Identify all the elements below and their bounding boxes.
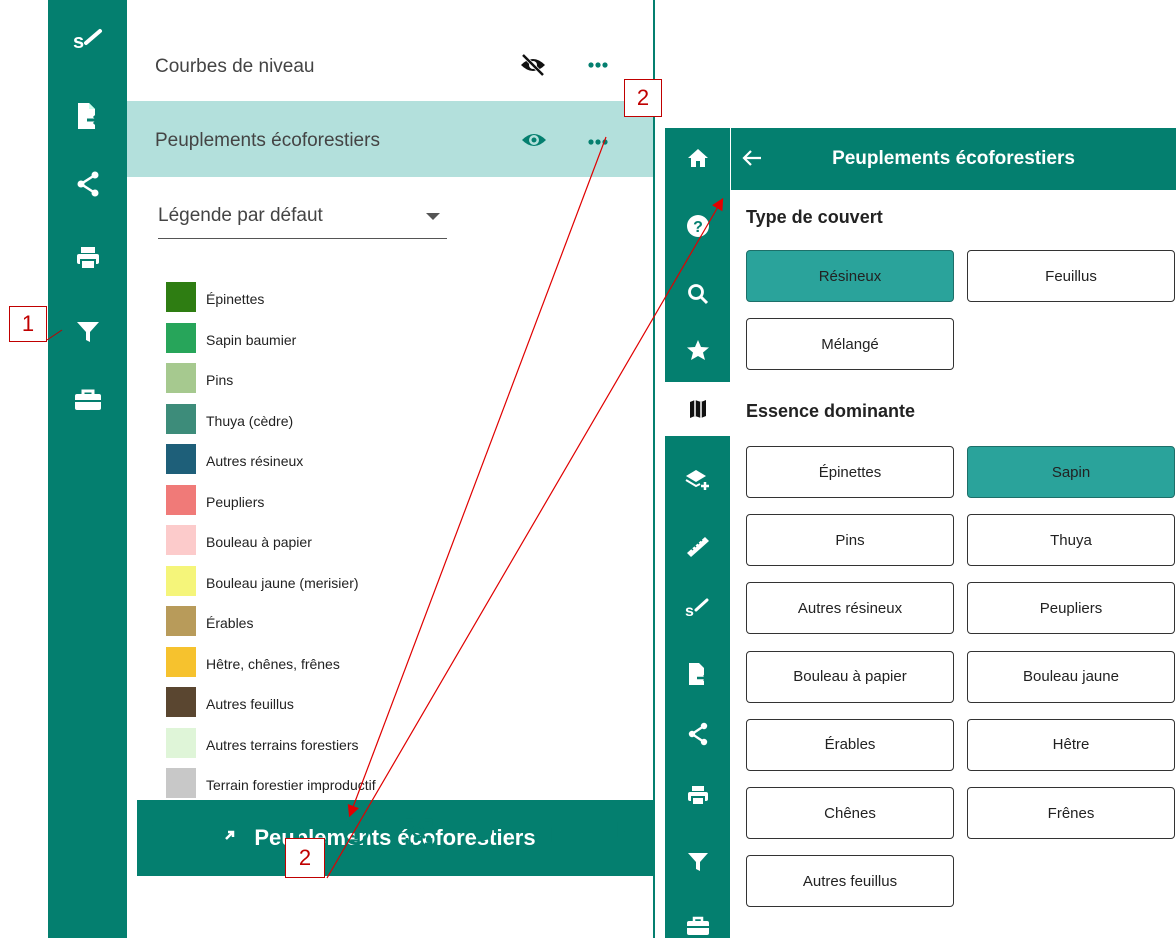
arrow-to-banner [347, 136, 607, 818]
arrow-to-filter-panel [326, 197, 724, 879]
annotation-arrows [326, 136, 724, 879]
